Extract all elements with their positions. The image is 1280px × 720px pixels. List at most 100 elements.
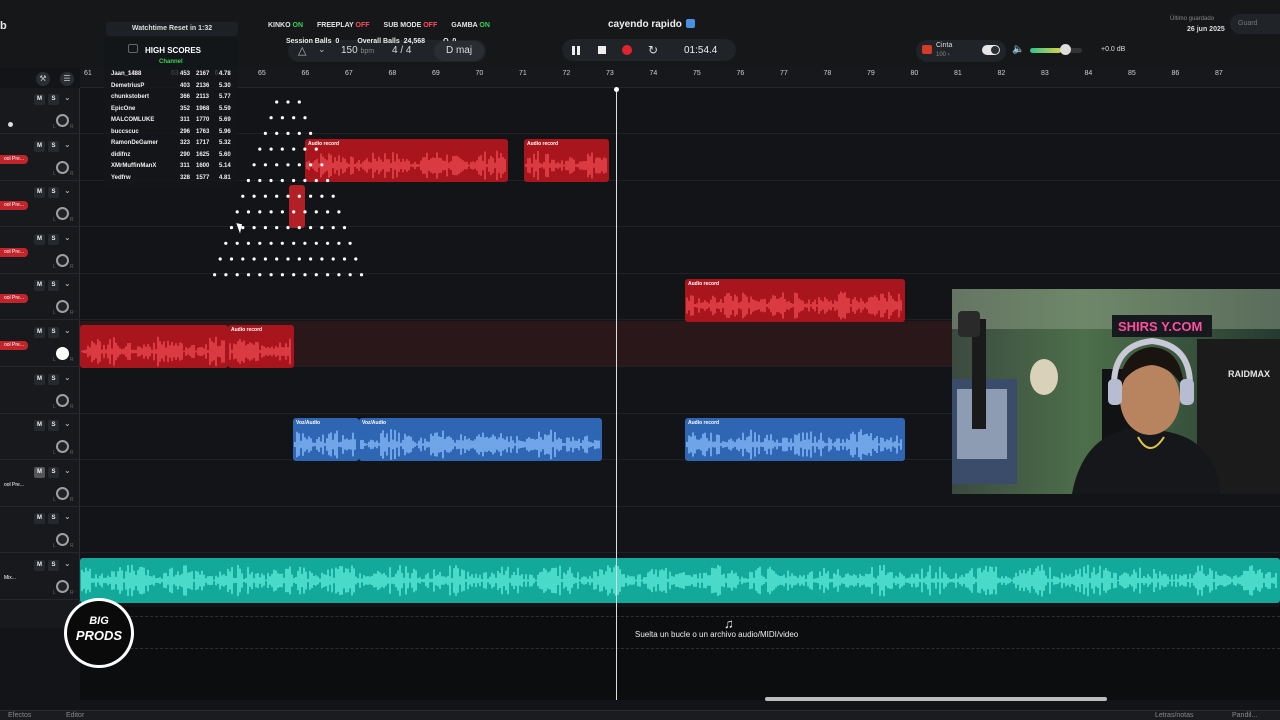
solo-button[interactable]: S bbox=[48, 140, 59, 152]
solo-button[interactable]: S bbox=[48, 327, 59, 338]
track-lane[interactable] bbox=[80, 228, 1280, 274]
audio-clip-fragment[interactable] bbox=[289, 185, 305, 228]
speaker-icon[interactable]: 🔈 bbox=[1012, 44, 1024, 55]
chevron-down-icon[interactable]: ⌄ bbox=[64, 466, 71, 475]
mute-button[interactable]: M bbox=[34, 94, 45, 105]
solo-button[interactable]: S bbox=[48, 420, 59, 432]
tab-pandil[interactable]: Pandil... bbox=[1232, 712, 1257, 719]
save-button[interactable]: Guard bbox=[1230, 14, 1280, 34]
chevron-down-icon[interactable]: ⌄ bbox=[64, 186, 71, 195]
solo-button[interactable]: S bbox=[48, 233, 59, 245]
pan-knob[interactable] bbox=[56, 393, 69, 407]
track-header[interactable]: M S ⌄ L R bbox=[0, 88, 80, 134]
track-lane[interactable] bbox=[80, 507, 1280, 554]
mute-button[interactable]: M bbox=[34, 466, 45, 478]
metronome-icon[interactable]: △ bbox=[298, 44, 312, 58]
track-name[interactable]: Mix... bbox=[0, 574, 20, 583]
mute-button[interactable]: M bbox=[34, 280, 45, 292]
voice-clip[interactable]: Audio record bbox=[685, 418, 905, 461]
voice-clip[interactable]: Voz/Audio bbox=[293, 418, 359, 461]
track-name[interactable]: ool Pre... bbox=[0, 201, 29, 211]
volume-slider-handle[interactable] bbox=[1060, 44, 1071, 55]
project-title[interactable]: cayendo rapido bbox=[608, 19, 695, 30]
timeline-ruler[interactable]: 6162636465666768697071727374757677787980… bbox=[80, 68, 1280, 88]
mute-button[interactable]: M bbox=[34, 420, 45, 432]
horizontal-scrollbar[interactable] bbox=[765, 697, 1107, 701]
chevron-down-icon[interactable]: ⌄ bbox=[64, 419, 71, 428]
track-name[interactable]: ool Pre... bbox=[0, 481, 28, 490]
stop-button[interactable] bbox=[594, 42, 610, 58]
chevron-down-icon[interactable]: ⌄ bbox=[64, 140, 71, 149]
mute-button[interactable]: M bbox=[34, 187, 45, 199]
tempo-bpm[interactable]: 150 bpm bbox=[341, 45, 374, 56]
track-header[interactable]: M S ⌄ L R bbox=[0, 414, 80, 461]
loop-button[interactable]: ↻ bbox=[645, 42, 661, 58]
pan-knob[interactable] bbox=[56, 300, 69, 314]
chevron-down-icon[interactable]: ⌄ bbox=[64, 326, 71, 335]
solo-button[interactable]: S bbox=[48, 94, 59, 105]
mute-button[interactable]: M bbox=[34, 373, 45, 385]
audio-clip[interactable]: Audio record bbox=[524, 139, 609, 182]
solo-button[interactable]: S bbox=[48, 466, 59, 478]
track-lane[interactable] bbox=[80, 135, 1280, 181]
pan-knob[interactable] bbox=[56, 440, 69, 454]
mute-button[interactable]: M bbox=[34, 560, 45, 571]
drop-zone[interactable] bbox=[80, 607, 1280, 700]
pan-knob[interactable] bbox=[56, 114, 69, 127]
track-header[interactable]: M S ⌄ ool Pre... L R bbox=[0, 228, 80, 274]
mute-button[interactable]: M bbox=[34, 327, 45, 338]
playhead-handle[interactable] bbox=[614, 87, 619, 92]
mix-clip[interactable] bbox=[80, 558, 1280, 603]
solo-button[interactable]: S bbox=[48, 513, 59, 525]
track-name[interactable]: ool Pre... bbox=[0, 294, 29, 304]
cinta-toggle[interactable] bbox=[982, 45, 1000, 55]
solo-button[interactable]: S bbox=[48, 280, 59, 292]
audio-clip[interactable]: Audio record bbox=[685, 279, 905, 322]
pause-button[interactable] bbox=[568, 42, 584, 58]
track-lane[interactable] bbox=[80, 88, 1280, 134]
track-name[interactable]: ool Pre... bbox=[0, 247, 29, 257]
pan-knob[interactable] bbox=[56, 253, 69, 267]
cinta-value[interactable]: 100 › bbox=[936, 52, 950, 58]
key-selector[interactable]: D maj bbox=[434, 41, 484, 61]
audio-clip[interactable]: Audio record bbox=[305, 139, 508, 182]
pan-knob[interactable] bbox=[56, 533, 69, 547]
solo-button[interactable]: S bbox=[48, 560, 59, 571]
track-name[interactable]: ool Pre... bbox=[0, 341, 29, 350]
wrench-icon[interactable]: ⚒ bbox=[36, 72, 50, 86]
chevron-down-icon[interactable]: ⌄ bbox=[64, 233, 71, 242]
track-lane[interactable] bbox=[80, 181, 1280, 228]
track-header[interactable]: M S ⌄ Mix... L R bbox=[0, 554, 80, 600]
voice-clip[interactable]: Voz/Audio bbox=[359, 418, 602, 461]
chevron-down-icon[interactable]: ⌄ bbox=[64, 559, 71, 568]
time-signature[interactable]: 4 / 4 bbox=[392, 45, 411, 56]
mute-button[interactable]: M bbox=[34, 513, 45, 525]
track-header[interactable]: M S ⌄ ool Pre... L R bbox=[0, 135, 80, 181]
mute-button[interactable]: M bbox=[34, 233, 45, 245]
pan-knob[interactable] bbox=[56, 160, 69, 174]
record-button[interactable] bbox=[619, 42, 635, 58]
tab-letras[interactable]: Letras/notas bbox=[1155, 712, 1194, 719]
volume-slider[interactable] bbox=[1030, 48, 1082, 53]
pan-knob[interactable] bbox=[56, 486, 69, 500]
audio-clip[interactable] bbox=[80, 325, 228, 368]
track-header[interactable]: M S ⌄ ool Pre... L R bbox=[0, 461, 80, 507]
track-header[interactable]: M S ⌄ L R bbox=[0, 507, 80, 554]
mute-button[interactable]: M bbox=[34, 140, 45, 152]
chevron-down-icon[interactable]: ⌄ bbox=[64, 512, 71, 521]
chevron-down-icon[interactable]: ⌄ bbox=[64, 373, 71, 382]
chevron-down-icon[interactable]: ⌄ bbox=[64, 93, 71, 102]
audio-clip[interactable]: Audio record bbox=[228, 325, 294, 368]
pan-knob[interactable] bbox=[56, 580, 69, 593]
playhead[interactable] bbox=[616, 88, 617, 700]
track-name[interactable]: ool Pre... bbox=[0, 154, 29, 164]
track-slider-handle[interactable] bbox=[8, 122, 13, 127]
track-header[interactable]: M S ⌄ ool Pre... L R bbox=[0, 274, 80, 321]
chevron-down-icon[interactable]: ⌄ bbox=[64, 279, 71, 288]
track-header[interactable]: M S ⌄ ool Pre... L R bbox=[0, 181, 80, 228]
solo-button[interactable]: S bbox=[48, 187, 59, 199]
track-header[interactable]: M S ⌄ ool Pre... L R bbox=[0, 321, 80, 367]
chevron-down-icon[interactable]: ⌄ bbox=[318, 44, 326, 55]
pan-knob[interactable] bbox=[56, 207, 69, 221]
tab-efectos[interactable]: Efectos bbox=[8, 712, 31, 719]
